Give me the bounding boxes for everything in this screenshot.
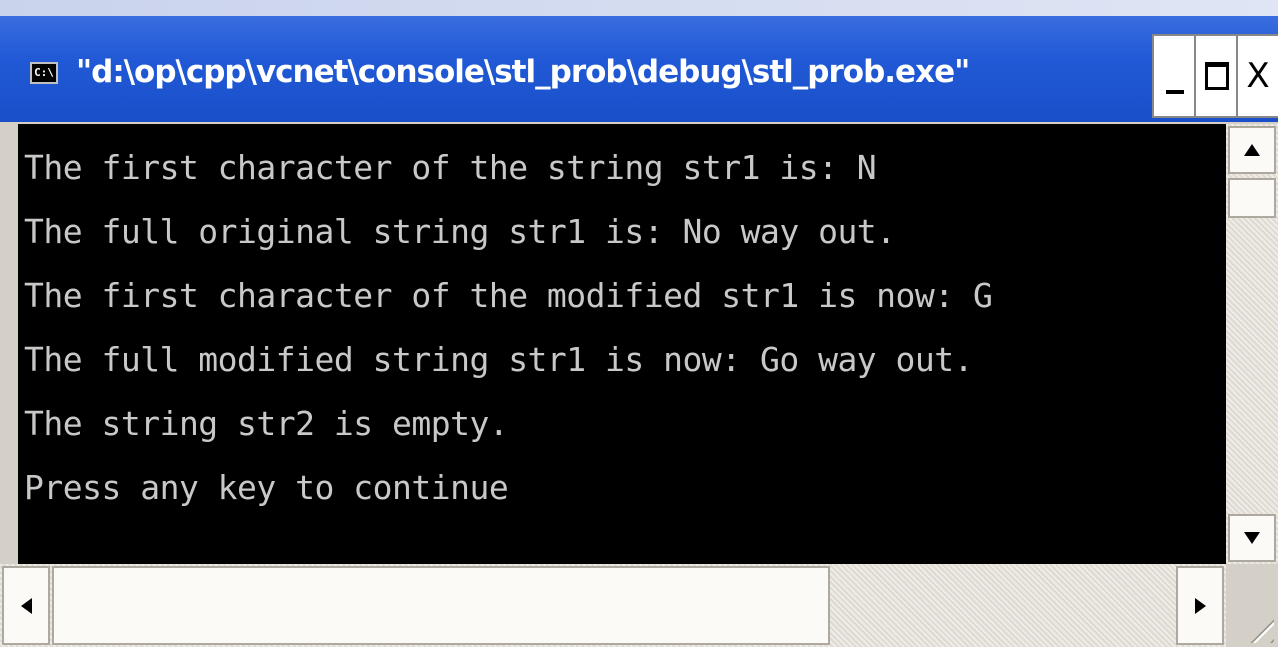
console-line: The full modified string str1 is now: Go…	[24, 340, 974, 379]
horizontal-scroll-thumb[interactable]	[52, 566, 830, 645]
console-line: The first character of the modified str1…	[24, 276, 993, 315]
scroll-left-button[interactable]	[2, 566, 50, 645]
arrow-down-icon	[1244, 532, 1260, 544]
vertical-scroll-thumb[interactable]	[1228, 178, 1276, 218]
resize-grip-icon	[1238, 607, 1274, 643]
console-line: The first character of the string str1 i…	[24, 148, 877, 187]
minimize-button[interactable]	[1152, 34, 1196, 118]
close-icon: X	[1246, 56, 1270, 96]
horizontal-scrollbar[interactable]	[0, 564, 1226, 647]
window-title: "d:\op\cpp\vcnet\console\stl_prob\debug\…	[76, 54, 970, 90]
vertical-scrollbar[interactable]	[1226, 124, 1278, 564]
console-window: C:\ "d:\op\cpp\vcnet\console\stl_prob\de…	[0, 16, 1278, 647]
console-line: The string str2 is empty.	[24, 404, 509, 443]
minimize-icon	[1166, 90, 1184, 94]
close-button[interactable]: X	[1236, 34, 1278, 118]
resize-grip[interactable]	[1226, 564, 1278, 647]
arrow-up-icon	[1244, 144, 1260, 156]
maximize-button[interactable]	[1194, 34, 1238, 118]
arrow-right-icon	[1194, 597, 1206, 614]
console-line: Press any key to continue	[24, 468, 509, 507]
console-app-icon[interactable]: C:\	[30, 62, 58, 84]
scroll-up-button[interactable]	[1228, 126, 1276, 174]
scroll-right-button[interactable]	[1176, 566, 1224, 645]
maximize-icon	[1205, 62, 1229, 90]
title-bar[interactable]: C:\ "d:\op\cpp\vcnet\console\stl_prob\de…	[0, 16, 1278, 122]
console-output[interactable]: The first character of the string str1 i…	[18, 124, 1226, 564]
arrow-left-icon	[20, 597, 32, 614]
console-line: The full original string str1 is: No way…	[24, 212, 896, 251]
scroll-down-button[interactable]	[1228, 514, 1276, 562]
